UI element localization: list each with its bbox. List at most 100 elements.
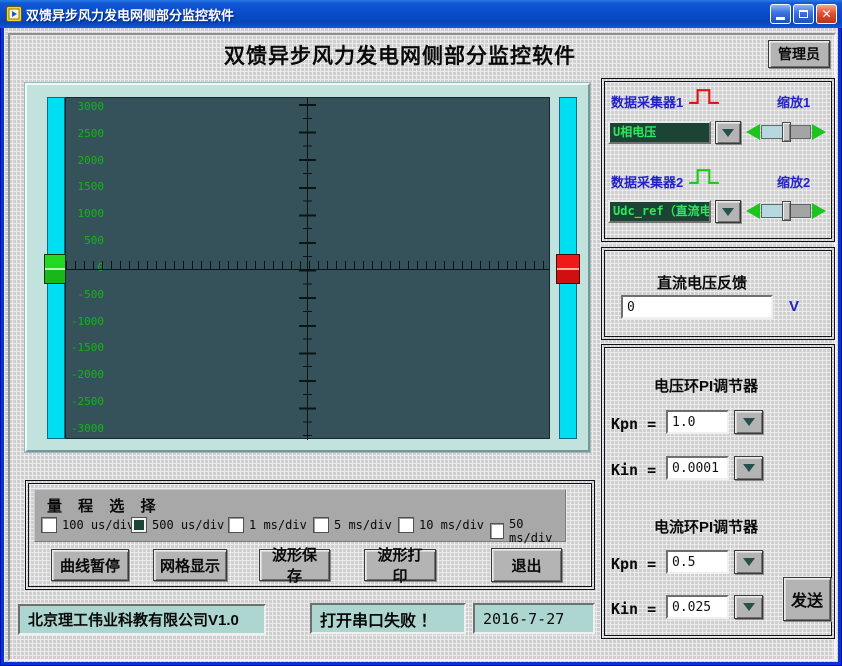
right-slider-thumb[interactable] [556,254,580,284]
company-status: 北京理工伟业科教有限公司V1.0 [18,604,266,635]
zoom2-decrease-arrow[interactable] [746,203,760,219]
channel1-dropdown-button[interactable] [715,121,741,144]
range-panel: 量 程 选 择 100 us/div 500 us/div 1 ms/div 5… [25,480,595,590]
waveform-chart: 3000 2500 2000 1500 1000 500 0 -500 -100… [25,83,590,452]
voltage-kpn-label: Kpn = [611,415,656,433]
date-display: 2016-7-27 [473,603,595,634]
pi-panel: 电压环PI调节器 Kpn = Kin = 电流环PI调节器 Kpn = Kin … [601,344,835,639]
voltage-kin-label: Kin = [611,461,656,479]
chevron-down-icon [722,208,734,216]
chevron-down-icon [743,418,755,426]
dc-unit-label: V [789,298,799,315]
checkbox[interactable] [313,517,329,533]
range-option-50ms[interactable]: 50 ms/div [490,517,565,545]
acquisition-panel: 数据采集器1 缩放1 U相电压 数据采集器2 缩放2 Udc_ref（直流电 [601,78,835,242]
title-bar[interactable]: 双馈异步风力发电网侧部分监控软件 ✕ [0,0,842,28]
current-kin-input[interactable] [666,595,729,619]
checkbox[interactable] [490,523,504,539]
channel2-dropdown-button[interactable] [715,200,741,223]
current-kpn-input[interactable] [666,550,729,574]
save-waveform-button[interactable]: 波形保存 [259,549,330,581]
y-tick-label: 500 [84,235,104,246]
range-option-500us[interactable]: 500 us/div [131,517,224,533]
voltage-kpn-dropdown-button[interactable] [734,410,763,434]
channel2-select[interactable]: Udc_ref（直流电 [608,200,711,223]
zoom2-label: 缩放2 [777,172,810,191]
range-option-100us[interactable]: 100 us/div [41,517,134,533]
close-icon: ✕ [821,8,831,20]
y-tick-label: 2500 [78,128,105,139]
pulse-icon-green [688,168,720,185]
range-option-5ms[interactable]: 5 ms/div [313,517,392,533]
zoom1-slider[interactable] [761,125,811,139]
range-options-box: 量 程 选 择 100 us/div 500 us/div 1 ms/div 5… [34,489,566,542]
y-tick-label: -2500 [71,396,104,407]
zoom2-increase-arrow[interactable] [812,203,826,219]
checkbox[interactable] [398,517,414,533]
send-button[interactable]: 发送 [783,577,831,621]
close-button[interactable]: ✕ [816,4,837,24]
voltage-kin-input[interactable] [666,456,729,480]
zoom1-decrease-arrow[interactable] [746,124,760,140]
pulse-icon-red [688,88,720,105]
y-tick-label: -1500 [71,342,104,353]
minimize-icon [776,17,785,20]
collector2-label: 数据采集器2 [611,172,683,191]
y-tick-label: 1500 [78,181,105,192]
voltage-kin-dropdown-button[interactable] [734,456,763,480]
y-tick-label: 1000 [78,208,105,219]
zoom1-thumb[interactable] [782,122,791,142]
left-scale-slider[interactable] [47,97,65,439]
range-title: 量 程 选 择 [47,495,162,516]
channel1-select[interactable]: U相电压 [608,121,711,144]
y-tick-label: 3000 [78,101,105,112]
voltage-kpn-input[interactable] [666,410,729,434]
zoom1-label: 缩放1 [777,92,810,111]
current-kpn-dropdown-button[interactable] [734,550,763,574]
chevron-down-icon [743,603,755,611]
pause-curve-button[interactable]: 曲线暂停 [51,549,129,581]
minimize-button[interactable] [770,4,791,24]
current-pi-title: 电流环PI调节器 [654,516,758,537]
checkbox[interactable] [228,517,244,533]
current-kin-dropdown-button[interactable] [734,595,763,619]
app-icon [6,6,22,22]
range-option-1ms[interactable]: 1 ms/div [228,517,307,533]
admin-button[interactable]: 管理员 [768,40,830,68]
voltage-pi-title: 电压环PI调节器 [654,375,758,396]
current-kpn-label: Kpn = [611,555,656,573]
checkbox[interactable] [41,517,57,533]
chevron-down-icon [743,558,755,566]
maximize-icon [799,10,808,18]
y-axis-line [307,98,308,440]
zoom1-control [746,121,826,143]
dc-feedback-panel: 直流电压反馈 V [601,247,835,340]
window-title: 双馈异步风力发电网侧部分监控软件 [26,5,234,24]
y-tick-label: -1000 [71,316,104,327]
zoom2-thumb[interactable] [782,201,791,221]
range-option-10ms[interactable]: 10 ms/div [398,517,484,533]
collector1-label: 数据采集器1 [611,92,683,111]
plot-area: 3000 2500 2000 1500 1000 500 0 -500 -100… [65,97,550,439]
chevron-down-icon [743,464,755,472]
app-window: 双馈异步风力发电网侧部分监控软件 ✕ 双馈异步风力发电网侧部分监控软件 管理员 … [0,0,842,666]
chevron-down-icon [722,129,734,137]
checkbox[interactable] [131,517,147,533]
maximize-button[interactable] [793,4,814,24]
dc-feedback-title: 直流电压反馈 [657,272,747,293]
page-title: 双馈异步风力发电网侧部分监控软件 [110,40,690,70]
zoom2-slider[interactable] [761,204,811,218]
zoom1-increase-arrow[interactable] [812,124,826,140]
serial-status-message: 打开串口失败 ！ [310,603,466,634]
dc-feedback-input[interactable] [621,295,773,319]
grid-display-button[interactable]: 网格显示 [153,549,227,581]
y-tick-label: -500 [78,289,105,300]
exit-button[interactable]: 退出 [491,548,562,582]
right-scale-slider[interactable] [559,97,577,439]
y-tick-label: 2000 [78,155,105,166]
current-kin-label: Kin = [611,600,656,618]
print-waveform-button[interactable]: 波形打印 [364,549,436,581]
zoom2-control [746,200,826,222]
y-tick-label: -3000 [71,423,104,434]
y-tick-label: -2000 [71,369,104,380]
